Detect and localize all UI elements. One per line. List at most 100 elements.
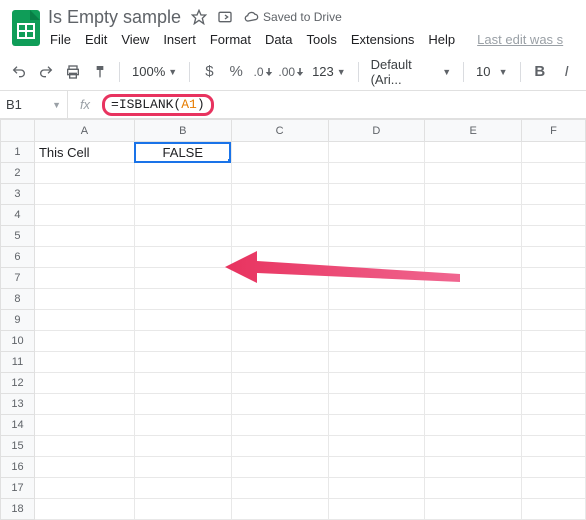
cell[interactable] xyxy=(34,436,134,457)
cell[interactable] xyxy=(328,436,425,457)
cell[interactable] xyxy=(34,373,134,394)
font-size-dropdown[interactable]: 10▼ xyxy=(472,64,512,79)
cell[interactable] xyxy=(34,457,134,478)
cell[interactable] xyxy=(34,310,134,331)
row-header[interactable]: 13 xyxy=(1,394,35,415)
cell[interactable] xyxy=(425,394,522,415)
cell[interactable] xyxy=(231,331,328,352)
cell[interactable] xyxy=(34,394,134,415)
cell[interactable] xyxy=(522,205,586,226)
cell[interactable] xyxy=(425,289,522,310)
cell[interactable] xyxy=(522,499,586,520)
cell[interactable] xyxy=(231,373,328,394)
cell[interactable] xyxy=(328,163,425,184)
cell[interactable] xyxy=(231,478,328,499)
menu-insert[interactable]: Insert xyxy=(163,32,196,47)
cell[interactable] xyxy=(34,331,134,352)
cell[interactable] xyxy=(134,310,231,331)
column-header[interactable]: C xyxy=(231,120,328,142)
cell[interactable] xyxy=(328,205,425,226)
cell[interactable] xyxy=(231,205,328,226)
cell[interactable] xyxy=(425,415,522,436)
row-header[interactable]: 12 xyxy=(1,373,35,394)
cell[interactable] xyxy=(134,163,231,184)
cell[interactable] xyxy=(522,268,586,289)
undo-button[interactable] xyxy=(8,59,31,85)
row-header[interactable]: 8 xyxy=(1,289,35,310)
row-header[interactable]: 9 xyxy=(1,310,35,331)
decrease-decimal-button[interactable]: .0 xyxy=(252,59,275,85)
cell[interactable] xyxy=(134,499,231,520)
cell[interactable] xyxy=(134,394,231,415)
cell[interactable] xyxy=(134,184,231,205)
cell[interactable] xyxy=(231,142,328,163)
cell[interactable] xyxy=(328,142,425,163)
menu-extensions[interactable]: Extensions xyxy=(351,32,415,47)
star-icon[interactable] xyxy=(191,9,207,25)
column-header[interactable]: F xyxy=(522,120,586,142)
cell[interactable] xyxy=(34,163,134,184)
format-percent-button[interactable]: % xyxy=(225,59,248,85)
print-button[interactable] xyxy=(62,59,85,85)
cell[interactable] xyxy=(134,436,231,457)
cell[interactable] xyxy=(522,310,586,331)
cell[interactable] xyxy=(522,226,586,247)
cell[interactable] xyxy=(328,415,425,436)
menu-data[interactable]: Data xyxy=(265,32,292,47)
cell[interactable] xyxy=(425,478,522,499)
select-all-corner[interactable] xyxy=(1,120,35,142)
menu-format[interactable]: Format xyxy=(210,32,251,47)
grid-table[interactable]: A B C D E F 1 This Cell FALSE 2 3 4 5 6 … xyxy=(0,119,586,520)
cell[interactable] xyxy=(134,373,231,394)
sheets-logo[interactable] xyxy=(10,8,42,48)
paint-format-button[interactable] xyxy=(88,59,111,85)
redo-button[interactable] xyxy=(35,59,58,85)
cell[interactable] xyxy=(34,289,134,310)
cell[interactable] xyxy=(34,352,134,373)
cell[interactable] xyxy=(134,415,231,436)
cell[interactable] xyxy=(328,226,425,247)
cell[interactable] xyxy=(231,310,328,331)
cell[interactable] xyxy=(231,436,328,457)
cell[interactable] xyxy=(425,142,522,163)
more-formats-dropdown[interactable]: 123▼ xyxy=(308,64,350,79)
cell[interactable] xyxy=(425,373,522,394)
cell[interactable] xyxy=(231,457,328,478)
cell[interactable] xyxy=(425,457,522,478)
cell[interactable] xyxy=(134,226,231,247)
menu-edit[interactable]: Edit xyxy=(85,32,107,47)
cell[interactable] xyxy=(328,247,425,268)
format-currency-button[interactable]: $ xyxy=(198,59,221,85)
cell[interactable] xyxy=(231,247,328,268)
cell[interactable] xyxy=(134,268,231,289)
row-header[interactable]: 7 xyxy=(1,268,35,289)
last-edit-link[interactable]: Last edit was s xyxy=(477,32,563,47)
cell[interactable] xyxy=(231,184,328,205)
menu-help[interactable]: Help xyxy=(428,32,455,47)
cell-B1[interactable]: FALSE xyxy=(134,142,231,163)
cell[interactable] xyxy=(231,352,328,373)
cell[interactable] xyxy=(34,184,134,205)
cell[interactable] xyxy=(522,415,586,436)
cell[interactable] xyxy=(231,268,328,289)
row-header[interactable]: 17 xyxy=(1,478,35,499)
cell[interactable] xyxy=(34,205,134,226)
cell[interactable] xyxy=(425,352,522,373)
cell[interactable] xyxy=(328,268,425,289)
cell[interactable] xyxy=(522,436,586,457)
cell[interactable] xyxy=(231,226,328,247)
italic-button[interactable]: I xyxy=(555,59,578,85)
row-header[interactable]: 3 xyxy=(1,184,35,205)
cell[interactable] xyxy=(231,289,328,310)
cell[interactable] xyxy=(134,352,231,373)
cell[interactable] xyxy=(134,205,231,226)
cell[interactable] xyxy=(134,478,231,499)
cell[interactable] xyxy=(522,394,586,415)
cell[interactable] xyxy=(425,184,522,205)
cell[interactable] xyxy=(34,226,134,247)
cell[interactable] xyxy=(328,289,425,310)
cell-A1[interactable]: This Cell xyxy=(34,142,134,163)
row-header[interactable]: 2 xyxy=(1,163,35,184)
move-icon[interactable] xyxy=(217,9,233,25)
cell[interactable] xyxy=(231,415,328,436)
